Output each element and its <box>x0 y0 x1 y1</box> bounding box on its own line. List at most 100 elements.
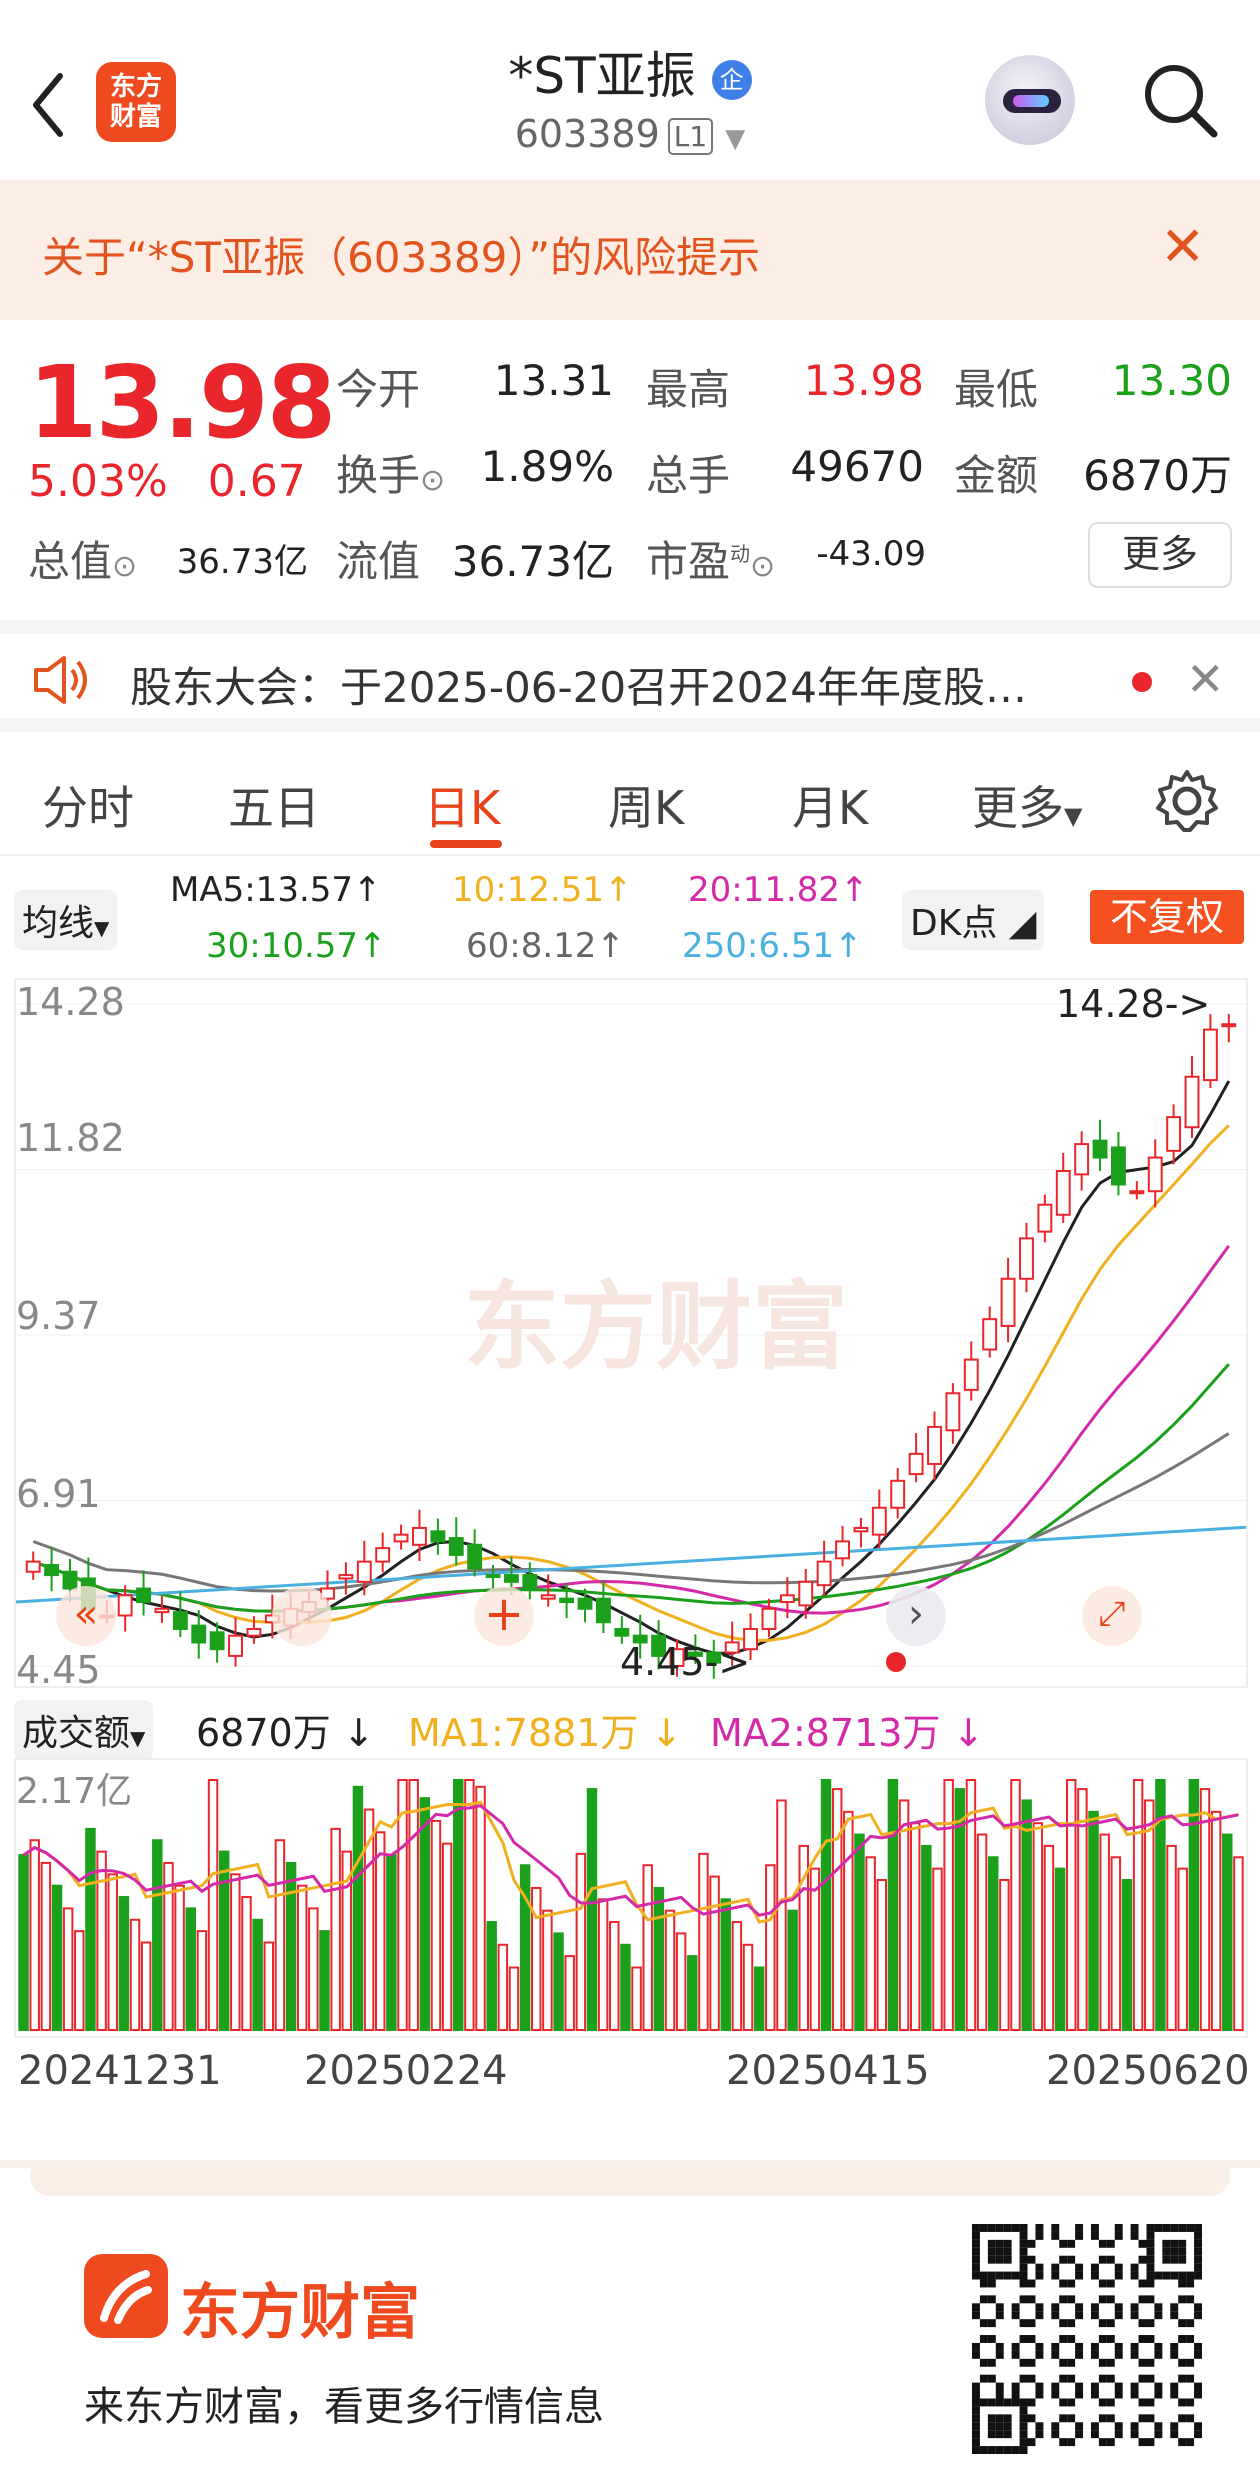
qr-module <box>972 2350 980 2359</box>
volume-bar <box>475 1785 486 2032</box>
qr-module <box>987 2398 996 2407</box>
stock-code-row[interactable]: 603389 L1 ▼ <box>0 112 1260 156</box>
qr-module <box>1098 2319 1107 2328</box>
volume-bar <box>408 1779 419 2031</box>
qr-module <box>1194 2247 1202 2256</box>
qr-module <box>1067 2319 1076 2328</box>
volume-bar <box>820 1779 832 2031</box>
fullscreen-icon[interactable]: ⤢ <box>1082 1586 1142 1646</box>
candle <box>945 1392 961 1432</box>
qr-module <box>1114 2382 1123 2391</box>
scroll-left-icon[interactable]: « <box>56 1586 116 1646</box>
ma-selector[interactable]: 均线▼ <box>14 890 118 950</box>
zoom-out-icon[interactable] <box>272 1586 332 1646</box>
qr-module <box>1146 2247 1155 2256</box>
volume-bar <box>854 1833 865 2031</box>
qr-module <box>1170 2342 1179 2351</box>
qr-module <box>1146 2398 1155 2407</box>
qr-module <box>995 2224 1004 2232</box>
assistant-avatar-icon[interactable] <box>985 55 1075 145</box>
risk-banner-text[interactable]: 关于“*ST亚振（603389）”的风险提示 <box>42 224 760 285</box>
announcement-bar[interactable]: 股东大会：于2025-06-20召开2024年年度股… ✕ <box>0 620 1260 732</box>
volume-bar <box>1144 1799 1155 2031</box>
candle <box>1000 1277 1016 1327</box>
kline-chart[interactable]: 东方财富 14.28 11.82 9.37 6.91 4.45 14.28-> … <box>14 978 1248 1692</box>
adjust-button[interactable]: 不复权 <box>1090 890 1244 944</box>
volume-bar <box>586 1788 598 2031</box>
risk-banner[interactable]: 关于“*ST亚振（603389）”的风险提示 ✕ <box>0 180 1260 320</box>
qr-module <box>1178 2319 1187 2328</box>
candle <box>835 1540 850 1560</box>
qr-module <box>1170 2430 1179 2439</box>
speaker-icon <box>34 656 87 704</box>
announcement-text[interactable]: 股东大会：于2025-06-20召开2024年年度股… <box>130 654 1027 715</box>
qr-module <box>1106 2255 1115 2264</box>
zoom-in-icon[interactable]: + <box>474 1586 534 1646</box>
qr-module <box>1138 2414 1147 2423</box>
qr-module <box>1138 2255 1147 2264</box>
qr-module <box>1154 2224 1163 2232</box>
volume-bar <box>687 1955 698 2032</box>
volume-bar <box>787 1909 798 2032</box>
more-button[interactable]: 更多 <box>1088 522 1232 588</box>
ma250-value: 250:6.51↑ <box>682 926 863 966</box>
qr-module <box>1059 2358 1068 2367</box>
volume-bar <box>976 1833 988 2031</box>
change-percent: 5.03% <box>28 456 168 507</box>
close-icon[interactable]: ✕ <box>1186 652 1225 706</box>
tab-daily-k[interactable]: 日K <box>424 772 500 838</box>
info-icon[interactable]: ⊙ <box>420 463 445 498</box>
qr-code[interactable] <box>972 2224 1202 2454</box>
tab-more[interactable]: 更多▼ <box>972 772 1082 838</box>
candle <box>890 1479 906 1509</box>
close-icon[interactable]: ✕ <box>1160 220 1205 274</box>
qr-module <box>995 2247 1004 2256</box>
dk-point-toggle[interactable]: DK点 ◢ <box>902 890 1045 950</box>
candle <box>172 1611 188 1630</box>
qr-module <box>995 2390 1004 2399</box>
qr-module <box>1194 2430 1202 2439</box>
volume-indicator-selector[interactable]: 成交额▼ <box>14 1700 154 1760</box>
qr-module <box>1154 2271 1163 2280</box>
search-icon[interactable] <box>1140 60 1220 140</box>
qr-module <box>1019 2263 1028 2272</box>
tab-weekly-k[interactable]: 周K <box>608 772 684 838</box>
open-value: 13.31 <box>493 356 614 405</box>
period-tabs: 分时 五日 日K 周K 月K 更多▼ <box>0 746 1260 856</box>
tab-intraday[interactable]: 分时 <box>42 772 134 838</box>
qr-module <box>1146 2231 1155 2240</box>
dropdown-icon: ▼ <box>94 916 110 940</box>
qr-module <box>1011 2350 1020 2359</box>
ma60-value: 60:8.12↑ <box>466 926 625 966</box>
volume-chart[interactable]: 2.17亿 <box>14 1758 1248 2038</box>
qr-module <box>987 2239 996 2248</box>
tab-monthly-k[interactable]: 月K <box>792 772 868 838</box>
qr-module <box>1114 2350 1123 2359</box>
volume-bar <box>720 1898 731 2031</box>
qr-module <box>1059 2255 1068 2264</box>
candle <box>393 1533 409 1543</box>
candle <box>228 1634 243 1657</box>
tab-five-day[interactable]: 五日 <box>228 772 320 838</box>
qr-module <box>1051 2263 1060 2272</box>
candle <box>963 1358 979 1391</box>
qr-module <box>1186 2438 1195 2447</box>
qr-module <box>1035 2311 1044 2320</box>
scroll-right-icon[interactable]: › <box>886 1586 946 1646</box>
candle <box>338 1574 354 1580</box>
volume-bar <box>1066 1779 1077 2031</box>
qr-module <box>995 2382 1004 2391</box>
qr-module <box>1019 2446 1028 2454</box>
qr-module <box>972 2255 980 2264</box>
info-icon[interactable]: ⊙ <box>112 549 137 584</box>
volume-bar <box>1132 1779 1144 2031</box>
qr-module <box>1059 2319 1068 2328</box>
qr-module <box>1194 2303 1202 2312</box>
qr-module <box>1178 2224 1187 2232</box>
qr-module <box>1170 2422 1179 2431</box>
info-icon[interactable]: ⊙ <box>750 549 775 584</box>
qr-module <box>1186 2319 1195 2328</box>
gear-icon[interactable] <box>1152 766 1222 836</box>
candle <box>1202 1028 1218 1082</box>
qr-module <box>1067 2398 1076 2407</box>
